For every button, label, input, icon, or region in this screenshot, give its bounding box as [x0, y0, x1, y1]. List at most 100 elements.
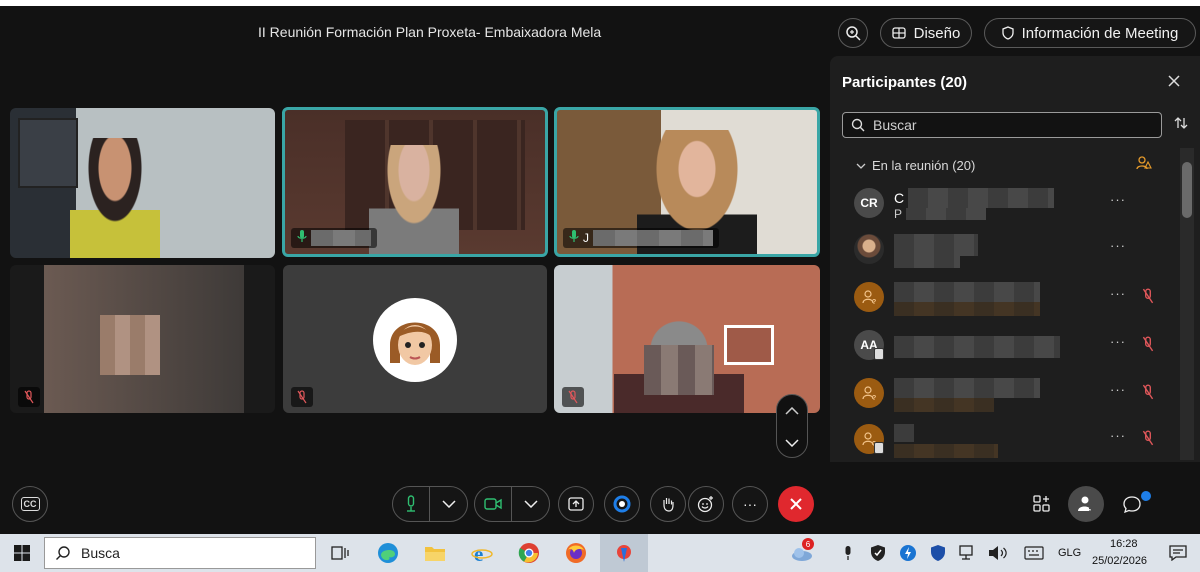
section-label: En la reunión (20)	[872, 158, 976, 173]
meeting-info-button[interactable]: Información de Meeting	[984, 18, 1196, 48]
more-options-button[interactable]: ···	[1110, 238, 1126, 253]
more-options-button[interactable]: ···	[732, 486, 768, 522]
participant-row[interactable]: ? ···	[854, 374, 1164, 414]
mic-muted-icon	[297, 390, 307, 404]
blurred-name	[894, 234, 978, 256]
ai-assistant-button[interactable]	[604, 486, 640, 522]
sort-button[interactable]	[1174, 116, 1188, 135]
video-button[interactable]	[474, 487, 512, 521]
chevron-down-icon	[524, 500, 538, 508]
svg-text:e: e	[474, 542, 483, 564]
chat-icon	[1123, 496, 1141, 513]
audio-options-button[interactable]	[430, 487, 468, 521]
security-tray[interactable]	[866, 541, 890, 565]
network-tray[interactable]	[956, 541, 980, 565]
microphone-tray[interactable]	[836, 541, 860, 565]
more-options-button[interactable]: ···	[1110, 428, 1126, 443]
blurred-name	[894, 424, 914, 442]
participant-muted	[1142, 336, 1154, 357]
video-tile-4[interactable]	[10, 265, 275, 413]
input-language[interactable]: GLG	[1058, 547, 1081, 559]
video-tile-6[interactable]	[554, 265, 820, 413]
camera-icon	[483, 498, 502, 510]
participant-search-input[interactable]: Buscar	[842, 112, 1162, 138]
leave-meeting-button[interactable]	[778, 486, 814, 522]
internet-explorer-app[interactable]: e	[470, 541, 494, 565]
video-options-button[interactable]	[512, 487, 550, 521]
participant-video	[369, 145, 459, 254]
internet-explorer-icon: e	[471, 542, 493, 564]
grid-layout-icon	[891, 27, 906, 39]
clock-time[interactable]: 16:28	[1110, 538, 1138, 550]
avatar	[854, 234, 884, 264]
volume-tray[interactable]	[986, 541, 1010, 565]
in-meeting-section[interactable]: En la reunión (20)	[856, 158, 975, 173]
layout-button[interactable]: Diseño	[880, 18, 972, 48]
blurred-name	[908, 188, 1054, 208]
notifications-button[interactable]	[1166, 541, 1190, 565]
participant-row[interactable]: CR C P ···	[854, 184, 1164, 224]
panel-scrollbar[interactable]	[1180, 148, 1194, 460]
blurred-role	[906, 208, 987, 220]
participant-row[interactable]: ? ···	[854, 420, 1164, 460]
blurred-name	[894, 282, 1040, 302]
app-tray-1[interactable]	[896, 541, 920, 565]
keyboard-tray[interactable]	[1022, 541, 1046, 565]
taskbar-search-input[interactable]: Busca	[44, 537, 316, 569]
pixelated-face	[644, 345, 714, 395]
meeting-window: II Reunión Formación Plan Proxeta- Embai…	[0, 6, 1200, 534]
scroll-up-button[interactable]	[777, 395, 807, 427]
reactions-button[interactable]	[688, 486, 724, 522]
participants-button[interactable]	[1068, 486, 1104, 522]
participant-row[interactable]: ···	[854, 230, 1164, 270]
scroll-down-button[interactable]	[777, 427, 807, 459]
webex-app[interactable]	[612, 541, 636, 565]
chevron-up-icon	[785, 407, 799, 415]
layout-label: Diseño	[913, 24, 961, 42]
mute-button[interactable]	[392, 487, 430, 521]
blurred-name	[593, 230, 713, 246]
edge-app[interactable]	[376, 541, 400, 565]
more-options-button[interactable]: ···	[1110, 334, 1126, 349]
avatar	[373, 298, 457, 382]
participant-row[interactable]: AA ···	[854, 326, 1164, 366]
close-panel-button[interactable]	[1168, 74, 1180, 92]
video-tile-3[interactable]: J	[554, 107, 820, 257]
nameplate: J	[563, 228, 719, 248]
task-view-button[interactable]	[328, 541, 352, 565]
more-options-button[interactable]: ···	[1110, 192, 1126, 207]
scrollbar-thumb[interactable]	[1182, 162, 1192, 218]
start-button[interactable]	[10, 541, 34, 565]
blurred-role	[894, 398, 994, 412]
zoom-button[interactable]	[838, 18, 868, 48]
file-explorer-app[interactable]	[423, 541, 447, 565]
guest-warning-icon[interactable]	[1136, 156, 1152, 175]
network-icon	[959, 545, 973, 560]
chat-notification-dot	[1141, 491, 1151, 501]
chevron-down-icon	[785, 439, 799, 447]
chevron-down-icon	[442, 500, 456, 508]
speaker-icon	[989, 546, 1007, 560]
more-options-button[interactable]: ···	[1110, 382, 1126, 397]
video-tile-1[interactable]	[10, 108, 275, 258]
more-options-button[interactable]: ···	[1110, 286, 1126, 301]
chrome-app[interactable]	[517, 541, 541, 565]
sort-icon	[1174, 117, 1188, 129]
captions-button[interactable]: CC	[12, 486, 48, 522]
firefox-app[interactable]	[564, 541, 588, 565]
apps-button[interactable]	[1024, 486, 1060, 522]
app-tray-2[interactable]	[926, 541, 950, 565]
hand-icon	[663, 498, 674, 512]
muted-badge	[562, 387, 584, 407]
video-tile-5[interactable]	[283, 265, 547, 413]
defender-shield-icon	[871, 545, 885, 561]
participant-row[interactable]: ? ···	[854, 278, 1164, 318]
mic-muted-icon	[1142, 288, 1154, 304]
video-tile-2[interactable]	[282, 107, 548, 257]
folder-icon	[425, 547, 445, 561]
share-button[interactable]	[558, 486, 594, 522]
blurred-name	[311, 230, 371, 246]
raise-hand-button[interactable]	[650, 486, 686, 522]
clock-date[interactable]: 25/02/2026	[1092, 555, 1147, 567]
lightning-icon	[900, 545, 916, 561]
